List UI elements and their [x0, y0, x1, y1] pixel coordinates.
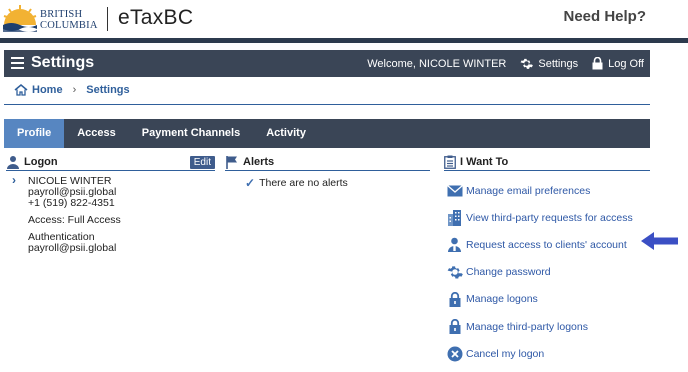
clipboard-list-icon — [444, 155, 456, 169]
logon-details: › NICOLE WINTER payroll@psii.global +1 (… — [12, 174, 215, 254]
settings-button[interactable]: Settings — [520, 57, 578, 70]
i-want-to-title: I Want To — [460, 156, 509, 168]
action-change-password[interactable]: Change password — [444, 259, 650, 286]
site-header: BRITISH COLUMBIA eTaxBC Need Help? — [0, 0, 688, 38]
page-title: Settings — [31, 54, 95, 71]
logon-title: Logon — [24, 156, 58, 168]
tab-payment-channels[interactable]: Payment Channels — [129, 119, 253, 148]
lock-icon — [592, 57, 603, 70]
breadcrumb-divider — [4, 104, 650, 105]
brand-name: eTaxBC — [118, 6, 194, 29]
action-manage-logons[interactable]: Manage logons — [444, 286, 650, 313]
log-off-button[interactable]: Log Off — [592, 57, 644, 70]
home-icon — [14, 84, 28, 96]
tab-access[interactable]: Access — [64, 119, 129, 148]
action-label: Request access to clients' account — [466, 238, 627, 251]
action-view-third-party-requests[interactable]: View third-party requests for access — [444, 204, 650, 231]
action-label: Manage email preferences — [466, 184, 591, 197]
user-request-icon — [446, 236, 463, 253]
logon-access: Access: Full Access — [28, 214, 121, 226]
lock-icon — [446, 291, 463, 308]
action-request-client-access[interactable]: Request access to clients' account — [444, 231, 650, 258]
i-want-to-panel: I Want To Manage email preferences View … — [444, 154, 650, 367]
tab-bar: Profile Access Payment Channels Activity — [4, 119, 650, 148]
action-label: Change password — [466, 266, 551, 279]
flag-icon — [226, 156, 237, 169]
alerts-content: ✓ There are no alerts — [245, 176, 430, 190]
breadcrumb-separator: › — [72, 84, 77, 96]
gear-icon — [520, 58, 534, 69]
alerts-message: There are no alerts — [259, 177, 348, 189]
bc-logo[interactable]: BRITISH COLUMBIA — [2, 3, 97, 33]
alerts-title: Alerts — [243, 156, 275, 168]
logon-header: Logon Edit — [6, 154, 215, 171]
i-want-to-list: Manage email preferences View third-part… — [444, 177, 650, 367]
need-help-link[interactable]: Need Help? — [563, 8, 646, 25]
action-label: View third-party requests for access — [466, 211, 633, 224]
logon-phone: +1 (519) 822-4351 — [28, 197, 115, 209]
action-label: Manage third-party logons — [466, 320, 588, 333]
envelope-icon — [446, 182, 463, 199]
sun-logo-icon — [3, 5, 37, 32]
cancel-icon — [446, 345, 463, 362]
logon-panel: Logon Edit › NICOLE WINTER payroll@psii.… — [6, 154, 215, 254]
breadcrumb-current[interactable]: Settings — [86, 84, 129, 96]
i-want-to-header: I Want To — [444, 154, 650, 171]
action-manage-email-preferences[interactable]: Manage email preferences — [444, 177, 650, 204]
logo-line-2: COLUMBIA — [40, 20, 98, 31]
action-manage-third-party-logons[interactable]: Manage third-party logons — [444, 313, 650, 340]
left-arrow-icon — [641, 232, 678, 250]
logo-wordmark: BRITISH COLUMBIA — [40, 9, 100, 31]
welcome-text: Welcome, NICOLE WINTER — [367, 58, 506, 70]
edit-logon-button[interactable]: Edit — [189, 155, 215, 169]
action-cancel-logon[interactable]: Cancel my logon — [444, 340, 650, 367]
alerts-header: Alerts — [225, 154, 430, 171]
chevron-right-icon[interactable]: › — [12, 174, 16, 186]
welcome-label: Welcome, NICOLE WINTER — [367, 57, 507, 70]
action-label: Cancel my logon — [466, 347, 545, 360]
user-menu: Welcome, NICOLE WINTER Settings Log Off — [353, 57, 644, 70]
action-label: Manage logons — [466, 293, 538, 306]
building-icon — [446, 209, 463, 226]
settings-label: Settings — [538, 57, 579, 70]
authentication-value: payroll@psii.global — [28, 242, 117, 254]
tab-activity[interactable]: Activity — [253, 119, 319, 148]
header-divider — [0, 38, 688, 43]
gear-icon — [446, 264, 463, 281]
checkmark-icon: ✓ — [245, 176, 256, 190]
brand-divider — [107, 7, 108, 31]
user-icon — [7, 156, 19, 169]
log-off-label: Log Off — [608, 57, 644, 70]
breadcrumb: Home › Settings — [14, 84, 130, 96]
settings-navbar: Settings Welcome, NICOLE WINTER Settings… — [4, 50, 650, 77]
breadcrumb-home-link[interactable]: Home — [32, 84, 63, 96]
lock-icon — [446, 318, 463, 335]
alerts-panel: Alerts ✓ There are no alerts — [225, 154, 430, 190]
tab-profile[interactable]: Profile — [4, 119, 65, 148]
logo-line-1: BRITISH — [40, 9, 83, 20]
hamburger-menu-icon[interactable] — [11, 57, 24, 69]
